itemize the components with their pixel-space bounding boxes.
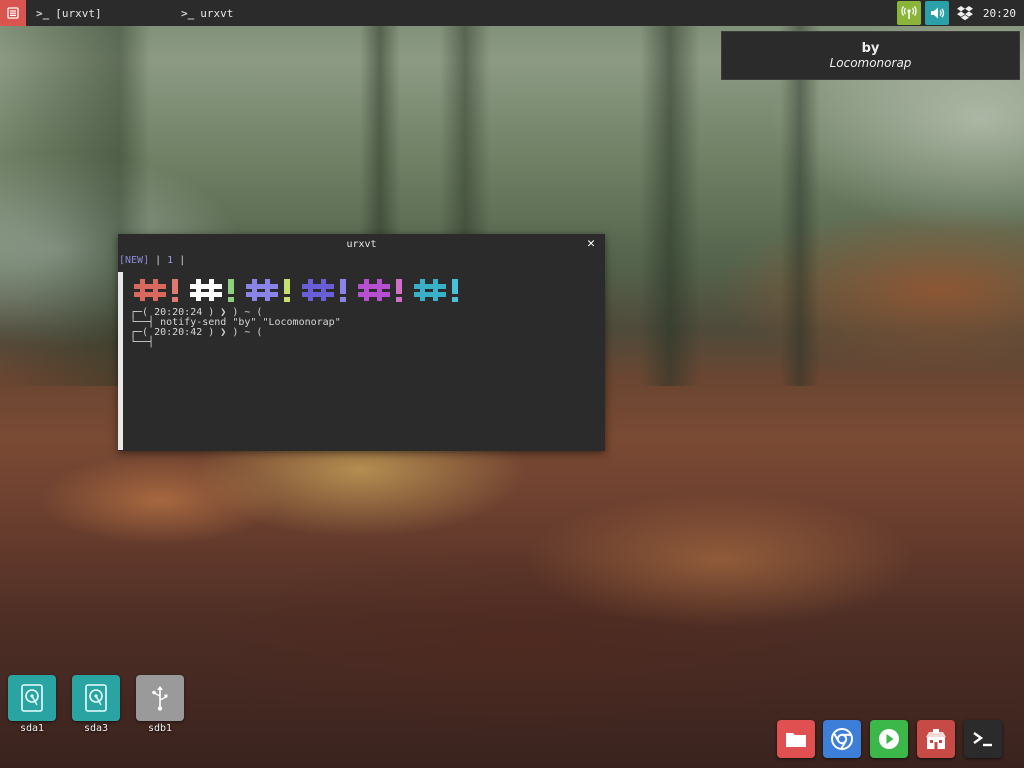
dock-file-manager-button[interactable]: [777, 720, 815, 758]
usb-drive-icon: [136, 675, 184, 721]
terminal-content[interactable]: [NEW] | 1 | ┌─( 20:20:24 ) ❯ ) ~ ( └──┤ …: [118, 254, 605, 451]
color-hash-block: [414, 279, 446, 301]
color-palette-art: [134, 279, 458, 302]
terminal-window[interactable]: urxvt ✕ [NEW] | 1 | ┌─( 20:20:24 ) ❯ ) ~…: [118, 234, 605, 451]
color-hash-block: [134, 279, 166, 301]
desktop-icon-sda3[interactable]: sda3: [71, 675, 121, 734]
color-bang-mark: [396, 279, 402, 302]
taskbar-item-urxvt-1[interactable]: >_ [urxvt]: [30, 0, 175, 26]
dock-chromium-button[interactable]: [823, 720, 861, 758]
color-hash-block: [190, 279, 222, 301]
chromium-icon: [831, 728, 853, 750]
color-bang-mark: [340, 279, 346, 302]
color-bang-mark: [452, 279, 458, 302]
notification-popup[interactable]: by Locomonorap: [721, 31, 1020, 80]
notification-body: Locomonorap: [829, 56, 912, 70]
tab-separator: |: [149, 255, 168, 266]
color-hash-block: [302, 279, 334, 301]
window-title: urxvt: [346, 238, 377, 250]
window-titlebar[interactable]: urxvt ✕: [118, 234, 605, 254]
desktop-icon-label: sda3: [83, 723, 109, 734]
taskbar-item-label: urxvt: [200, 6, 234, 20]
dropbox-icon: [956, 6, 973, 21]
store-icon: [926, 729, 946, 749]
taskbar-item-label: [urxvt]: [55, 6, 102, 20]
clock[interactable]: 20:20: [977, 7, 1024, 20]
color-bang-mark: [284, 279, 290, 302]
color-hash-block: [246, 279, 278, 301]
play-icon: [879, 729, 899, 749]
terminal-line: └──┤: [130, 337, 155, 348]
network-button[interactable]: [896, 1, 921, 25]
color-bang-mark: [172, 279, 178, 302]
top-panel: >_ [urxvt] >_ urxvt 20:20: [0, 0, 1024, 26]
hard-drive-icon: [8, 675, 56, 721]
new-tab-button[interactable]: [NEW]: [119, 255, 149, 266]
volume-icon: [930, 7, 944, 19]
color-bang-mark: [228, 279, 234, 302]
tabbed-tabbar: [NEW] | 1 |: [119, 255, 185, 266]
dock-software-store-button[interactable]: [917, 720, 955, 758]
terminal-icon: >_: [36, 6, 50, 20]
desktop-icon-label: sdb1: [147, 723, 173, 734]
terminal-icon: >_: [181, 6, 195, 20]
hard-drive-icon: [72, 675, 120, 721]
network-signal-icon: [901, 6, 917, 19]
desktop-icon-sdb1[interactable]: sdb1: [135, 675, 185, 734]
dock-media-player-button[interactable]: [870, 720, 908, 758]
system-tray: 20:20: [893, 0, 1024, 26]
dock-terminal-button[interactable]: [964, 720, 1002, 758]
volume-button[interactable]: [924, 1, 949, 25]
desktop-icon-label: sda1: [19, 723, 45, 734]
app-menu-button[interactable]: [0, 0, 26, 26]
scrollbar[interactable]: [118, 272, 123, 450]
folder-icon: [786, 733, 806, 747]
close-icon[interactable]: ✕: [587, 237, 595, 250]
desktop-icon-sda1[interactable]: sda1: [7, 675, 57, 734]
terminal-icon: [973, 732, 992, 747]
tab-separator: |: [173, 255, 186, 266]
color-hash-block: [358, 279, 390, 301]
dropbox-button[interactable]: [953, 1, 977, 25]
notification-title: by: [861, 41, 880, 56]
taskbar-item-urxvt-2[interactable]: >_ urxvt: [175, 0, 239, 26]
app-menu-icon: [7, 7, 19, 19]
